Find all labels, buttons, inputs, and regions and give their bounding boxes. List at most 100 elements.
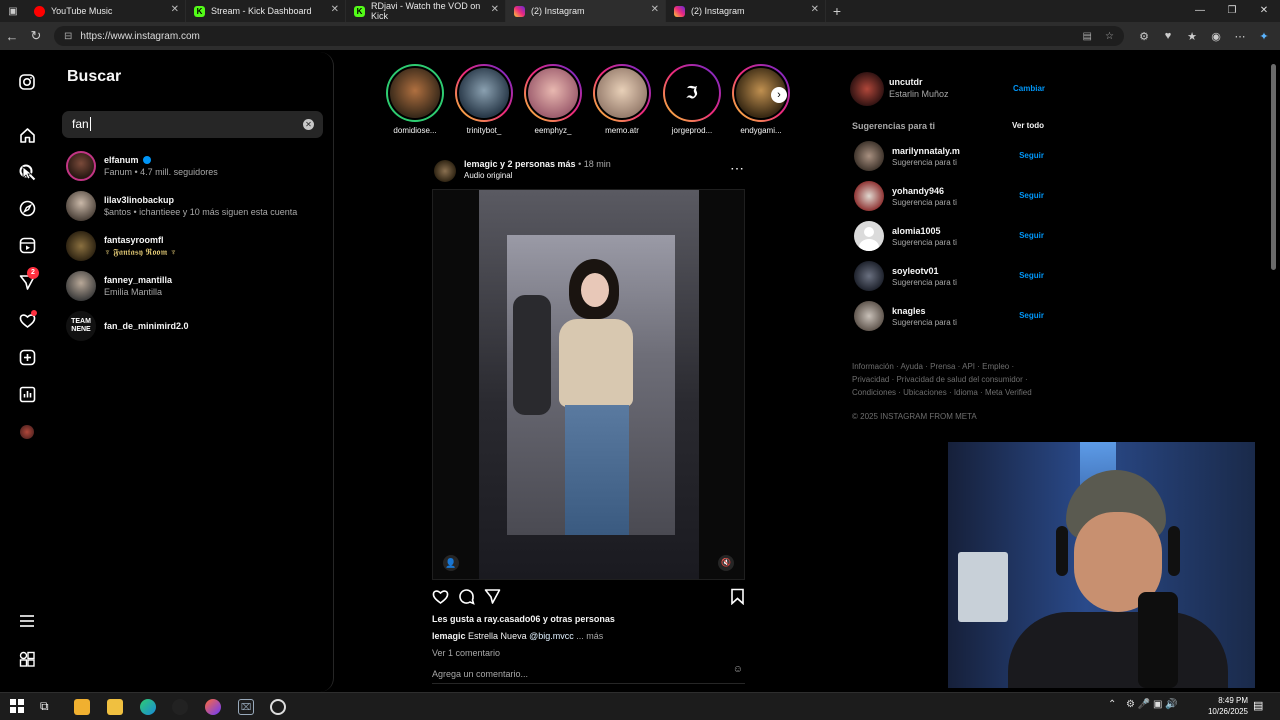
search-result-item[interactable]: lilav3linobackup $antos • ichantieee y 1… bbox=[66, 188, 297, 224]
search-result-item[interactable]: TEAM NENE fan_de_minimird2.0 bbox=[66, 308, 189, 344]
comment-input[interactable]: Agrega un comentario... ☺ bbox=[432, 664, 745, 684]
profile-avatar[interactable] bbox=[17, 422, 37, 442]
task-view-icon[interactable]: ⧉ bbox=[40, 699, 56, 715]
suggestion-username[interactable]: alomia1005 bbox=[892, 226, 957, 236]
story-item[interactable]: ℑ jorgeprod... bbox=[663, 64, 721, 135]
site-info-icon[interactable]: ⊟ bbox=[64, 31, 72, 42]
clear-search-icon[interactable]: ✕ bbox=[303, 119, 314, 130]
follow-button[interactable]: Seguir bbox=[1019, 191, 1044, 200]
close-tab-icon[interactable]: ✕ bbox=[491, 4, 499, 15]
tab-actions-icon[interactable]: ▣ bbox=[0, 6, 26, 17]
follow-button[interactable]: Seguir bbox=[1019, 311, 1044, 320]
instagram-logo-icon[interactable] bbox=[17, 72, 37, 92]
follow-button[interactable]: Seguir bbox=[1019, 271, 1044, 280]
copilot-icon[interactable]: ✦ bbox=[1252, 30, 1276, 43]
close-tab-icon[interactable]: ✕ bbox=[331, 4, 339, 15]
reels-icon[interactable] bbox=[17, 235, 37, 255]
app-icon[interactable] bbox=[205, 699, 221, 715]
page-scrollbar[interactable] bbox=[1270, 52, 1278, 692]
home-icon[interactable] bbox=[17, 125, 37, 145]
url-field[interactable]: ⊟ https://www.instagram.com ▤ ☆ bbox=[54, 26, 1124, 46]
avatar[interactable] bbox=[854, 181, 884, 211]
emoji-icon[interactable]: ☺ bbox=[733, 664, 743, 675]
edge-browser-icon[interactable] bbox=[140, 699, 156, 715]
caption-mention[interactable]: @big.mvcc bbox=[529, 631, 574, 641]
suggestion-username[interactable]: yohandy946 bbox=[892, 186, 957, 196]
search-result-item[interactable]: fanney_mantilla Emilia Mantilla bbox=[66, 268, 172, 304]
avatar[interactable] bbox=[854, 141, 884, 171]
close-tab-icon[interactable]: ✕ bbox=[171, 4, 179, 15]
more-menu-icon[interactable] bbox=[17, 611, 37, 631]
comment-icon[interactable] bbox=[458, 588, 475, 610]
suggestion-username[interactable]: soyleotv01 bbox=[892, 266, 957, 276]
browser-tab-active[interactable]: (2) Instagram ✕ bbox=[506, 0, 666, 22]
file-explorer-icon[interactable] bbox=[107, 699, 123, 715]
suggestion-username[interactable]: knagles bbox=[892, 306, 957, 316]
see-all-link[interactable]: Ver todo bbox=[1012, 121, 1044, 130]
browser-essentials-icon[interactable]: ♥ bbox=[1156, 30, 1180, 43]
footer-line[interactable]: Información · Ayuda · Prensa · API · Emp… bbox=[852, 360, 1047, 373]
tray-overflow-icon[interactable]: ⌃ bbox=[1108, 699, 1116, 710]
system-clock[interactable]: 8:49 PM 10/26/2025 bbox=[1198, 695, 1248, 717]
save-bookmark-icon[interactable] bbox=[730, 588, 745, 610]
notifications-icon[interactable]: ▤ bbox=[1253, 699, 1263, 712]
post-author[interactable]: lemagic y 2 personas más bbox=[464, 159, 576, 169]
dashboard-icon[interactable] bbox=[17, 384, 37, 404]
mute-icon[interactable]: 🔇 bbox=[718, 555, 734, 571]
windows-start-icon[interactable] bbox=[10, 699, 26, 715]
browser-tab[interactable]: K Stream - Kick Dashboard ✕ bbox=[186, 0, 346, 22]
messages-icon[interactable]: 2 bbox=[17, 267, 39, 292]
notifications-heart-icon[interactable] bbox=[17, 310, 37, 330]
search-result-item[interactable]: elfanum Fanum • 4.7 mill. seguidores bbox=[66, 148, 218, 184]
post-options-icon[interactable]: ⋯ bbox=[730, 160, 744, 177]
caption-username[interactable]: lemagic bbox=[432, 631, 466, 641]
store-icon[interactable] bbox=[74, 699, 90, 715]
footer-line[interactable]: Condiciones · Ubicaciones · Idioma · Met… bbox=[852, 386, 1047, 399]
reader-view-icon[interactable]: ▤ bbox=[1083, 31, 1092, 42]
new-tab-button[interactable]: + bbox=[826, 3, 848, 19]
refresh-icon[interactable]: ↻ bbox=[24, 28, 48, 44]
footer-line[interactable]: Privacidad · Privacidad de salud del con… bbox=[852, 373, 1047, 386]
tagged-users-icon[interactable]: 👤 bbox=[443, 555, 459, 571]
profile-avatar-icon[interactable]: ◉ bbox=[1204, 30, 1228, 43]
favorite-star-icon[interactable]: ☆ bbox=[1105, 31, 1114, 42]
browser-tab[interactable]: K RDjavi - Watch the VOD on Kick ✕ bbox=[346, 0, 506, 22]
post-audio[interactable]: Audio original bbox=[464, 171, 512, 180]
stories-next-icon[interactable]: › bbox=[771, 87, 787, 103]
follow-button[interactable]: Seguir bbox=[1019, 151, 1044, 160]
tray-icons[interactable]: ⚙ 🎤 ▣ 🔊 bbox=[1126, 699, 1178, 710]
also-from-meta-icon[interactable] bbox=[17, 649, 37, 669]
avatar[interactable] bbox=[854, 301, 884, 331]
account-avatar[interactable] bbox=[850, 72, 884, 106]
explore-compass-icon[interactable] bbox=[17, 198, 37, 218]
search-result-item[interactable]: fantasyroomfl ♆ 𝕱𝖆𝖓𝖙𝖆𝖘𝖞 𝕽𝖔𝖔𝖒 ♆ bbox=[66, 228, 177, 264]
extensions-icon[interactable]: ⚙ bbox=[1132, 30, 1156, 43]
story-item[interactable]: memo.atr bbox=[593, 64, 651, 135]
post-likes[interactable]: Les gusta a ray.casado06 y otras persona… bbox=[432, 614, 615, 624]
share-icon[interactable] bbox=[484, 588, 501, 610]
account-username[interactable]: uncutdr bbox=[889, 77, 923, 87]
close-tab-icon[interactable]: ✕ bbox=[651, 4, 659, 15]
browser-tab[interactable]: (2) Instagram ✕ bbox=[666, 0, 826, 22]
obs-icon[interactable] bbox=[270, 699, 286, 715]
close-tab-icon[interactable]: ✕ bbox=[811, 4, 819, 15]
minimize-icon[interactable]: — bbox=[1184, 0, 1216, 22]
post-video[interactable]: 👤 🔇 bbox=[432, 189, 745, 580]
browser-tab[interactable]: YouTube Music ✕ bbox=[26, 0, 186, 22]
story-item[interactable]: eemphyz_ bbox=[524, 64, 582, 135]
create-post-icon[interactable] bbox=[17, 347, 37, 367]
like-heart-icon[interactable] bbox=[432, 588, 449, 610]
caption-more[interactable]: ... más bbox=[576, 631, 603, 641]
avatar[interactable] bbox=[854, 261, 884, 291]
back-arrow-icon[interactable]: ← bbox=[0, 29, 24, 44]
suggestion-username[interactable]: marilynnataly.m bbox=[892, 146, 960, 156]
maximize-icon[interactable]: ❐ bbox=[1216, 0, 1248, 22]
story-item[interactable]: trinitybot_ bbox=[455, 64, 513, 135]
switch-account-link[interactable]: Cambiar bbox=[1013, 84, 1045, 93]
scrollbar-thumb[interactable] bbox=[1271, 64, 1276, 270]
window-close-icon[interactable]: ✕ bbox=[1248, 0, 1280, 22]
post-author-avatar[interactable] bbox=[434, 160, 456, 182]
default-avatar-icon[interactable] bbox=[854, 221, 884, 251]
app-icon[interactable] bbox=[172, 699, 188, 715]
story-item[interactable]: domidiose... bbox=[386, 64, 444, 135]
